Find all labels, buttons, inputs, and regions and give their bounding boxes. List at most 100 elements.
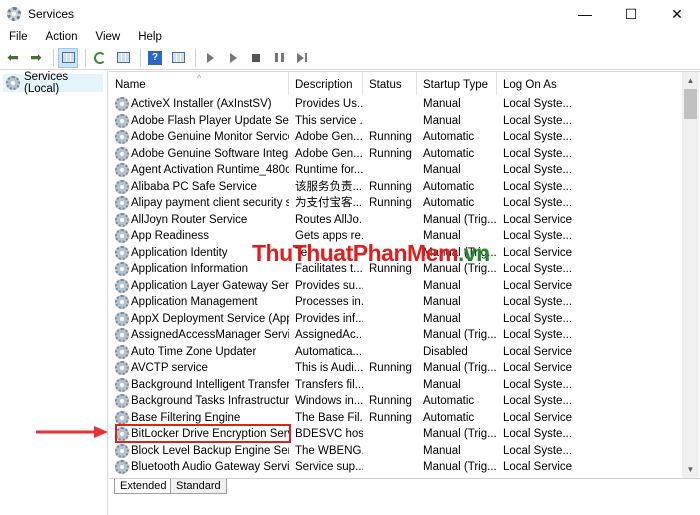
show-hide-tree-icon[interactable] [58,47,78,68]
menu-view[interactable]: View [87,28,130,46]
refresh-icon[interactable] [90,48,110,68]
table-row[interactable]: AssignedAccessManager Service AssignedAc.… [109,327,684,344]
window-title: Services [28,7,75,21]
service-gear-icon [115,97,129,112]
table-row[interactable]: Application Layer Gateway Service Provide… [109,278,684,295]
stop-service-icon[interactable] [246,48,266,68]
table-row[interactable]: Base Filtering Engine The Base Fil... Runn… [109,410,684,427]
service-gear-icon [115,311,129,326]
menu-action[interactable]: Action [37,28,87,46]
service-name: Agent Activation Runtime_480c9 [131,164,289,176]
table-row[interactable]: Alipay payment client security s... 为支付宝客… [109,195,684,212]
service-name-cell: ActiveX Installer (AxInstSV) [109,96,289,113]
table-row[interactable]: Application Management Processes in... Man… [109,294,684,311]
service-log-on-as: Local Syste... [503,444,573,457]
service-name-cell: Background Tasks Infrastructure ... [109,393,289,410]
service-log-on-as: Local Service [503,362,573,374]
table-row[interactable]: Alibaba PC Safe Service 该服务负责... Running Au… [109,179,684,196]
service-name: Application Management [131,296,258,308]
table-row[interactable]: Agent Activation Runtime_480c9 Runtime fo… [109,162,684,179]
menu-help[interactable]: Help [129,28,171,46]
service-name-cell: Application Identity [109,245,289,262]
help-icon[interactable]: ? [145,48,165,68]
table-row[interactable]: Application Identity Te Manual (Trig... Loc… [109,245,684,262]
start-service-icon[interactable] [200,48,220,68]
service-name: AVCTP service [131,362,208,374]
title-bar: Services — ☐ ✕ [0,0,700,28]
close-button[interactable]: ✕ [654,0,700,28]
service-name: AllJoyn Router Service [131,213,248,226]
table-row[interactable]: Background Tasks Infrastructure ... Windo… [109,393,684,410]
service-description: Provides su... [295,279,363,292]
maximize-button[interactable]: ☐ [608,0,654,28]
tab-extended[interactable]: Extended [114,479,173,494]
column-header-name[interactable]: ^ Name [109,72,289,95]
service-status: Running [369,395,412,407]
service-startup-type: Disabled [423,345,468,358]
vertical-scrollbar[interactable]: ▲ ▼ [682,72,699,478]
tree-item-services-local[interactable]: Services (Local) [3,71,103,95]
table-row[interactable]: Adobe Genuine Software Integrit... Adobe … [109,146,684,163]
table-row[interactable]: AVCTP service This is Audi... Running Manua… [109,360,684,377]
table-row[interactable]: App Readiness Gets apps re... Manual Local … [109,228,684,245]
scrollbar-thumb[interactable] [684,89,697,119]
service-startup-type: Automatic [423,411,475,424]
table-row[interactable]: Background Intelligent Transfer ... Trans… [109,377,684,394]
table-row[interactable]: AppX Deployment Service (App... Provides … [109,311,684,328]
table-row[interactable]: Application Information Facilitates t... R… [109,261,684,278]
pause-service-icon[interactable] [269,48,289,68]
back-icon[interactable]: ⬅ [3,48,23,68]
service-name: Block Level Backup Engine Service [131,444,289,457]
minimize-button[interactable]: — [562,0,608,28]
service-description: Runtime for... [295,164,363,176]
service-log-on-as: Local Service [503,461,573,473]
menu-file[interactable]: File [0,28,37,46]
restart-service-icon[interactable] [292,48,312,68]
table-row[interactable]: ActiveX Installer (AxInstSV) Provides Us.… [109,96,684,113]
service-startup-type: Automatic [423,395,475,407]
service-startup-type: Manual [423,164,461,176]
service-description: Provides inf... [295,312,363,325]
table-row[interactable]: Adobe Flash Player Update Service This se… [109,113,684,130]
column-header-status[interactable]: Status [363,72,417,95]
service-gear-icon [115,377,129,392]
service-log-on-as: Local Syste... [503,98,573,110]
table-row[interactable]: Block Level Backup Engine Service The WBE… [109,443,684,460]
scroll-up-icon[interactable]: ▲ [682,72,699,89]
column-header-log-on-as[interactable]: Log On As [497,72,684,95]
start-service-alt-icon[interactable] [223,48,243,68]
column-header-description[interactable]: Description [289,72,363,95]
service-log-on-as: Local Syste... [503,329,573,341]
service-description: 该服务负责... [295,180,363,193]
column-header-startup-type[interactable]: Startup Type [417,72,497,95]
menu-bar: File Action View Help [0,28,700,46]
table-row[interactable]: Auto Time Zone Updater Automatica... Disab… [109,344,684,361]
tab-standard[interactable]: Standard [170,479,227,494]
service-startup-type: Manual (Trig... [423,461,497,473]
service-log-on-as: Local Service [503,279,573,292]
service-log-on-as: Local Syste... [503,131,573,143]
service-name: Bluetooth Audio Gateway Service [131,461,289,473]
properties-icon[interactable] [168,48,188,68]
service-status: Running [369,197,412,209]
table-row[interactable]: AllJoyn Router Service Routes AllJo... Man… [109,212,684,229]
tree-pane: Services (Local) [0,71,108,515]
service-startup-type: Manual [423,98,461,110]
service-startup-type: Manual [423,296,461,308]
service-description: Gets apps re... [295,230,363,242]
service-name: AssignedAccessManager Service [131,329,289,341]
red-arrow-icon [36,426,108,438]
export-list-icon[interactable] [113,48,133,68]
service-description: Provides Us... [295,98,363,110]
forward-icon[interactable]: ➡ [26,48,46,68]
table-row[interactable]: BitLocker Drive Encryption Service BDESVC… [109,426,684,443]
table-row[interactable]: Bluetooth Audio Gateway Service Service s… [109,459,684,476]
scroll-down-icon[interactable]: ▼ [682,461,699,478]
service-name: Application Layer Gateway Service [131,279,289,292]
service-startup-type: Manual [423,312,461,325]
service-log-on-as: Local Service [503,213,573,226]
service-log-on-as: Local Syste... [503,164,573,176]
table-row[interactable]: Adobe Genuine Monitor Service Adobe Gen..… [109,129,684,146]
service-name: Application Information [131,263,248,275]
service-description: Te [295,246,308,259]
